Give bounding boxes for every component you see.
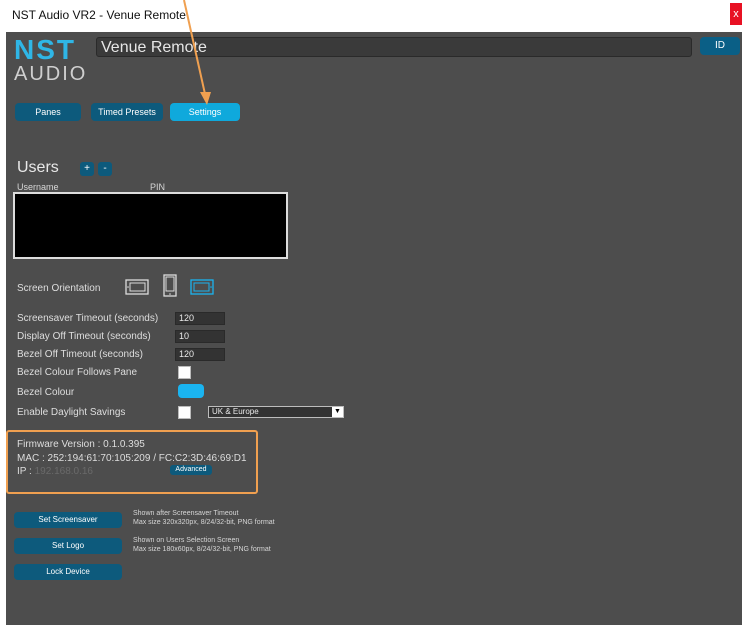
- daylight-region-select[interactable]: UK & Europe ▼: [208, 406, 344, 418]
- logo-desc-line2: Max size 180x60px, 8/24/32-bit, PNG form…: [133, 546, 271, 553]
- screensaver-timeout-label: Screensaver Timeout (seconds): [17, 313, 159, 324]
- mac-address: MAC : 252:194:61:70:105:209 / FC:C2:3D:4…: [17, 453, 247, 464]
- tab-panes[interactable]: Panes: [15, 103, 81, 121]
- users-list[interactable]: [13, 192, 288, 259]
- users-heading: Users: [17, 159, 59, 176]
- ip-label: IP :: [17, 466, 35, 477]
- title-bar: NST Audio VR2 - Venue Remote x: [0, 0, 742, 30]
- id-button[interactable]: ID: [700, 37, 740, 55]
- bezel-off-timeout-label: Bezel Off Timeout (seconds): [17, 349, 143, 360]
- portrait-orientation-icon[interactable]: [162, 274, 178, 298]
- device-name-field[interactable]: Venue Remote: [96, 37, 692, 57]
- bezel-off-timeout-input[interactable]: 120: [175, 348, 225, 361]
- ip-value: 192.168.0.16: [34, 466, 93, 477]
- logo-nst-text: NST: [14, 34, 76, 65]
- tab-timed-presets[interactable]: Timed Presets: [91, 103, 163, 121]
- close-button[interactable]: x: [730, 3, 742, 25]
- daylight-savings-checkbox[interactable]: [178, 406, 191, 419]
- set-screensaver-button[interactable]: Set Screensaver: [14, 512, 122, 528]
- ip-address: IP : 192.168.0.16: [17, 466, 93, 477]
- landscape-orientation-icon[interactable]: [125, 278, 149, 296]
- firmware-version: Firmware Version : 0.1.0.395: [17, 439, 145, 450]
- screensaver-description: Shown after Screensaver Timeout Max size…: [133, 509, 275, 527]
- add-user-button[interactable]: +: [80, 162, 94, 176]
- nst-audio-logo: NST AUDIO: [14, 36, 100, 88]
- window-title: NST Audio VR2 - Venue Remote: [12, 8, 186, 22]
- remove-user-button[interactable]: -: [98, 162, 112, 176]
- app-window: NST AUDIO Venue Remote ID Panes Timed Pr…: [6, 32, 742, 625]
- logo-audio-text: AUDIO: [14, 63, 88, 85]
- bezel-colour-swatch[interactable]: [178, 384, 204, 398]
- tab-settings[interactable]: Settings: [170, 103, 240, 121]
- logo-description: Shown on Users Selection Screen Max size…: [133, 536, 271, 554]
- set-logo-button[interactable]: Set Logo: [14, 538, 122, 554]
- chevron-down-icon: ▼: [332, 407, 343, 417]
- advanced-button[interactable]: Advanced: [170, 465, 212, 475]
- screen-orientation-label: Screen Orientation: [17, 283, 101, 294]
- screensaver-desc-line2: Max size 320x320px, 8/24/32-bit, PNG for…: [133, 519, 275, 526]
- bezel-colour-follows-checkbox[interactable]: [178, 366, 191, 379]
- lock-device-button[interactable]: Lock Device: [14, 564, 122, 580]
- screensaver-timeout-input[interactable]: 120: [175, 312, 225, 325]
- username-column-header: Username: [17, 182, 59, 192]
- daylight-savings-label: Enable Daylight Savings: [17, 407, 126, 418]
- screensaver-desc-line1: Shown after Screensaver Timeout: [133, 510, 239, 517]
- landscape-flipped-orientation-icon[interactable]: [190, 278, 214, 296]
- display-off-timeout-input[interactable]: 10: [175, 330, 225, 343]
- pin-column-header: PIN: [150, 182, 166, 192]
- bezel-colour-label: Bezel Colour: [17, 387, 75, 398]
- logo-desc-line1: Shown on Users Selection Screen: [133, 537, 240, 544]
- bezel-colour-follows-label: Bezel Colour Follows Pane: [17, 367, 138, 378]
- daylight-region-value: UK & Europe: [212, 407, 259, 416]
- display-off-timeout-label: Display Off Timeout (seconds): [17, 331, 151, 342]
